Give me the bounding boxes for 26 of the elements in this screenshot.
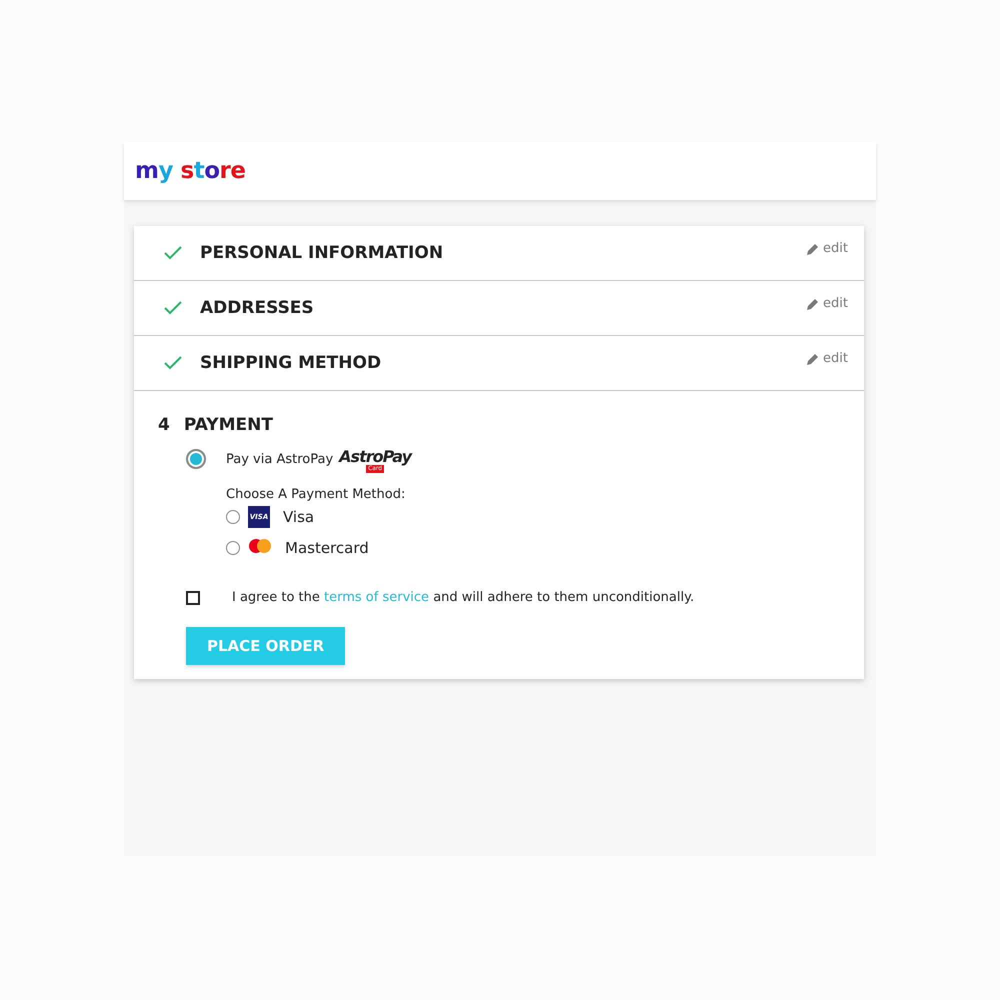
- terms-text: I agree to the terms of service and will adhere to them unconditionally.: [232, 590, 694, 605]
- pencil-icon: [807, 298, 820, 310]
- method-label: Choose A Payment Method:: [226, 487, 406, 502]
- step-title: ADDRESSES: [200, 298, 315, 318]
- method-name: Visa: [283, 508, 314, 526]
- checkout-step[interactable]: SHIPPING METHOD edit: [134, 336, 864, 391]
- option-label: Pay via AstroPay: [226, 452, 334, 466]
- step-title: PAYMENT: [184, 415, 273, 435]
- checkout-step[interactable]: PERSONAL INFORMATION edit: [134, 226, 864, 281]
- radio-button[interactable]: [226, 510, 240, 524]
- edit-link[interactable]: edit: [807, 351, 848, 366]
- radio-button[interactable]: [226, 541, 240, 555]
- method-name: Mastercard: [285, 539, 369, 557]
- pencil-icon: [807, 242, 820, 254]
- terms-link[interactable]: terms of service: [324, 590, 430, 605]
- step-title: PERSONAL INFORMATION: [200, 243, 444, 263]
- edit-link[interactable]: edit: [807, 296, 848, 311]
- checkout-step[interactable]: ADDRESSES edit: [134, 281, 864, 336]
- edit-link[interactable]: edit: [807, 241, 848, 256]
- radio-button[interactable]: [186, 449, 206, 469]
- store-logo[interactable]: my store: [135, 158, 246, 184]
- terms-checkbox[interactable]: [186, 590, 200, 604]
- card-logo: [248, 538, 272, 554]
- step-number: 4: [158, 415, 170, 435]
- step-title: SHIPPING METHOD: [200, 353, 382, 373]
- pencil-icon: [807, 352, 820, 364]
